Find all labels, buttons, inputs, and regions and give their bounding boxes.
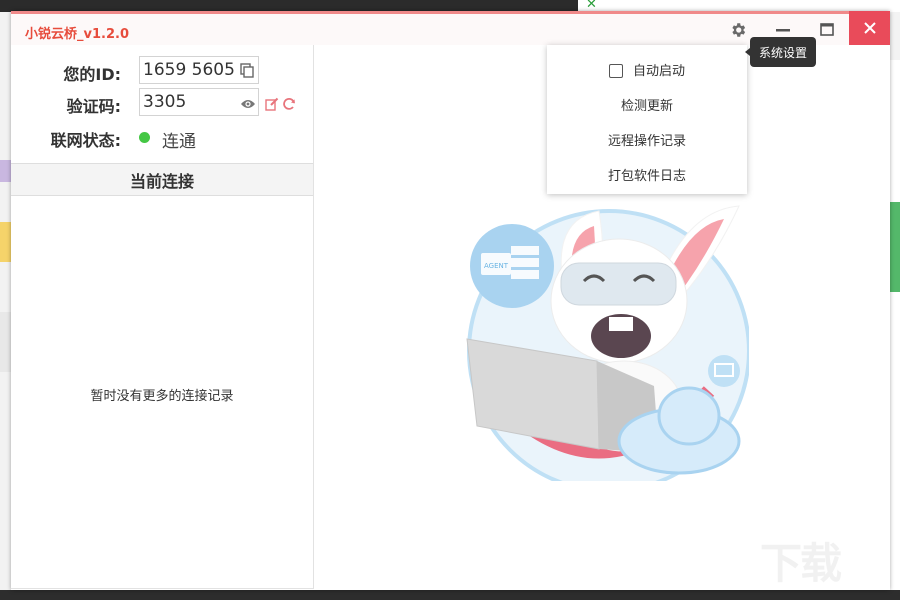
agent-label: AGENT [484,262,509,270]
edit-code-button[interactable] [265,96,279,115]
auto-start-checkbox[interactable] [608,64,623,78]
app-window: 小锐云桥_v1.2.0 您的ID: 1659 5605 验证码: 3305 联网… [11,11,890,590]
minimize-icon [776,28,790,31]
edit-icon [265,97,279,111]
menu-item-check-update[interactable]: 检测更新 [547,95,747,114]
empty-connections-message: 暂时没有更多的连接记录 [90,389,234,404]
background-window-left [0,12,11,600]
status-label: 联网状态: [50,131,121,150]
eye-icon [241,100,255,108]
desktop-taskbar [0,590,900,600]
id-value: 1659 5605 [143,60,235,80]
auto-start-label: 自动启动 [632,64,685,79]
settings-tooltip: 系统设置 [745,37,816,67]
menu-item-auto-start[interactable]: 自动启动 [547,60,747,79]
copy-icon [240,63,254,78]
app-title: 小锐云桥_v1.2.0 [25,27,129,42]
close-icon [863,22,876,34]
menu-item-pack-log[interactable]: 打包软件日志 [547,165,747,184]
refresh-code-button[interactable] [282,96,296,115]
code-value: 3305 [143,92,187,112]
close-button[interactable] [849,11,890,45]
settings-menu: 自动启动 检测更新 远程操作记录 打包软件日志 [547,45,747,194]
refresh-icon [283,98,295,110]
settings-button[interactable] [723,14,753,45]
id-field: 1659 5605 [139,56,259,84]
current-connection-header: 当前连接 [11,163,313,196]
background-window-right [890,12,900,600]
status-indicator [139,132,150,143]
connection-panel: 您的ID: 1659 5605 验证码: 3305 联网状态: 连通 当前连接 … [11,45,314,589]
gear-icon [732,22,746,37]
maximize-icon [820,23,834,36]
show-code-button[interactable] [240,95,256,115]
code-field: 3305 [139,88,259,116]
watermark-logo: 下载 [760,539,842,588]
menu-item-remote-log[interactable]: 远程操作记录 [547,130,747,149]
status-value: 连通 [162,132,196,152]
copy-button[interactable] [240,63,254,83]
rabbit-illustration: AGENT [466,205,749,481]
id-label: 您的ID: [63,65,121,84]
code-label: 验证码: [66,97,121,116]
